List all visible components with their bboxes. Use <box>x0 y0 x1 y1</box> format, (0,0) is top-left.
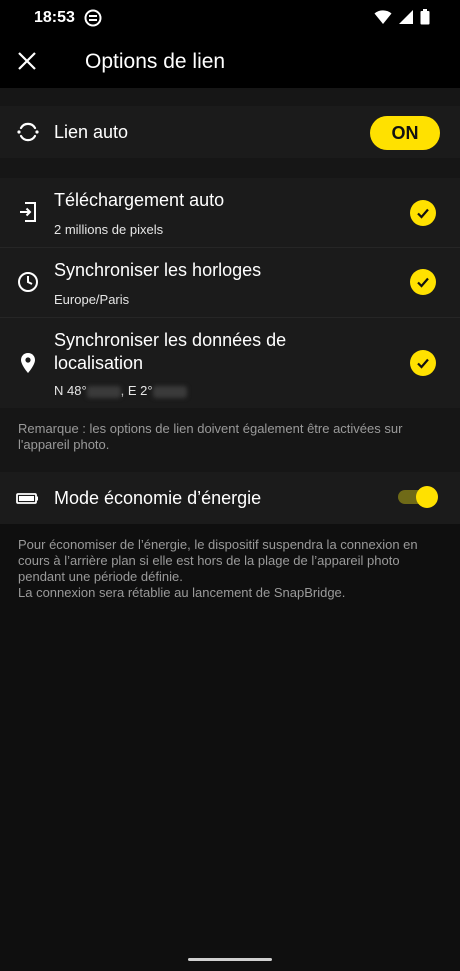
auto-download-title: Téléchargement auto <box>54 190 225 210</box>
longitude-label: , E 2° <box>120 383 153 398</box>
battery-saver-icon <box>16 486 40 510</box>
check-icon <box>410 200 436 226</box>
signal-icon <box>398 9 414 30</box>
page-title: Options de lien <box>85 50 226 73</box>
app-bar: Options de lien <box>0 38 460 88</box>
power-saving-label: Mode économie d’énergie <box>54 488 262 508</box>
status-time: 18:53 <box>34 9 75 26</box>
power-saving-toggle[interactable] <box>398 486 438 508</box>
sync-clock-subtitle: Europe/Paris <box>54 292 130 307</box>
sync-location-subtitle: N 48° , E 2° <box>54 383 187 398</box>
latitude-label: N 48° <box>54 383 87 398</box>
auto-link-icon <box>16 120 40 144</box>
status-icons <box>374 9 430 30</box>
toggle-knob <box>416 486 438 508</box>
auto-link-toggle[interactable]: ON <box>370 116 440 150</box>
note-section: Remarque : les options de lien doivent é… <box>0 408 460 472</box>
battery-icon <box>420 9 430 30</box>
auto-download-subtitle: 2 millions de pixels <box>54 222 164 237</box>
sync-clock-row[interactable]: Synchroniser les horloges Europe/Paris <box>0 248 460 318</box>
section-gap <box>0 158 460 178</box>
hidden-longitude-value <box>152 385 187 398</box>
hidden-latitude-value <box>86 385 121 398</box>
location-pin-icon <box>16 351 40 375</box>
link-note: Remarque : les options de lien doivent é… <box>18 421 403 452</box>
sync-location-row[interactable]: Synchroniser les données de localisation… <box>0 318 460 408</box>
snapbridge-notification-icon <box>84 9 102 27</box>
power-saving-row[interactable]: Mode économie d’énergie <box>0 472 460 524</box>
section-gap <box>0 88 460 106</box>
close-icon <box>18 51 36 75</box>
wifi-icon <box>374 9 392 30</box>
power-saving-note: Pour économiser de l’énergie, le disposi… <box>18 537 418 600</box>
close-button[interactable] <box>12 48 42 78</box>
check-icon <box>410 350 436 376</box>
home-indicator[interactable] <box>188 958 272 961</box>
auto-link-row: Lien auto ON <box>0 106 460 158</box>
sync-clock-title: Synchroniser les horloges <box>54 260 262 280</box>
sync-location-title: Synchroniser les données de localisation <box>54 330 287 373</box>
status-bar: 18:53 <box>0 0 460 38</box>
clock-icon <box>16 270 40 294</box>
auto-download-row[interactable]: Téléchargement auto 2 millions de pixels <box>0 178 460 248</box>
auto-link-label: Lien auto <box>54 122 129 142</box>
check-icon <box>410 269 436 295</box>
download-icon <box>16 200 40 224</box>
